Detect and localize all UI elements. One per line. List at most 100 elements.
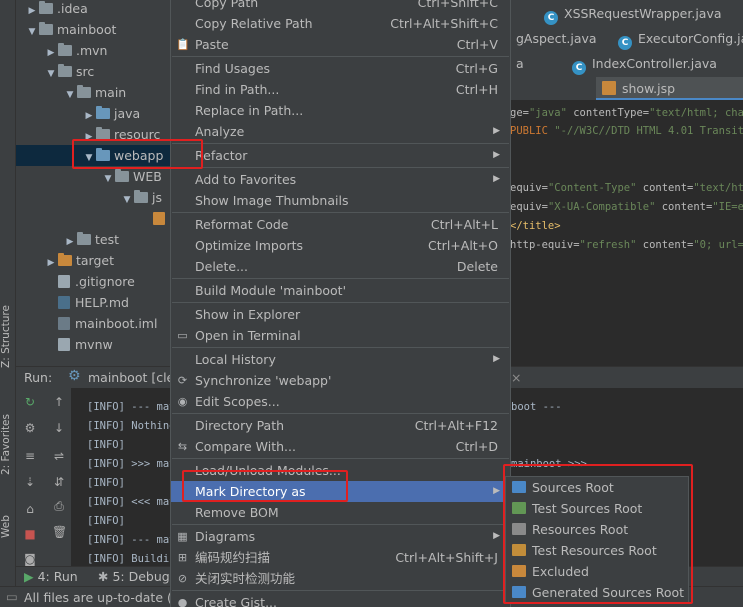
tree-node[interactable]: ▶ .idea [16, 0, 171, 19]
menu-item-label: Analyze [195, 124, 245, 139]
jsp-file-icon [153, 212, 165, 225]
menu-item[interactable]: 📋 Paste Ctrl+V [171, 34, 510, 55]
run-config-tab[interactable]: mainboot [clea [88, 370, 182, 385]
print-icon[interactable]: ⎙ [52, 500, 66, 512]
web-tool-label[interactable]: Web [0, 512, 16, 542]
menu-item[interactable]: Show in Explorer [171, 304, 510, 325]
down-icon[interactable]: ↓ [52, 422, 66, 434]
menu-item[interactable]: Refactor ▶ [171, 145, 510, 166]
menu-item[interactable]: ⟳ Synchronize 'webapp' [171, 370, 510, 391]
editor-tab[interactable]: gAspect.java [510, 27, 610, 51]
menu-item[interactable]: ▭ Open in Terminal [171, 325, 510, 346]
submenu-item[interactable]: Generated Sources Root [506, 582, 688, 603]
tree-node[interactable]: ▶ java [16, 103, 171, 124]
editor-tab-label: XSSRequestWrapper.java [564, 6, 722, 21]
tree-node[interactable]: mvnw [16, 334, 171, 355]
menu-item[interactable]: Show Image Thumbnails [171, 190, 510, 211]
menu-item[interactable]: Local History ▶ [171, 349, 510, 370]
soft-wrap-icon[interactable]: ⇌ [52, 450, 66, 462]
editor-tab[interactable]: show.jsp [596, 77, 743, 101]
tree-node[interactable]: ▼ WEB [16, 166, 171, 187]
menu-separator [172, 302, 509, 303]
submenu-item[interactable]: Resources Root [506, 519, 688, 540]
tree-node[interactable]: HELP.md [16, 292, 171, 313]
tree-node-label: .idea [57, 1, 88, 16]
tree-node[interactable]: ▶ test [16, 229, 171, 250]
wrap-icon[interactable]: ≡ [23, 450, 37, 462]
menu-item[interactable]: Directory Path Ctrl+Alt+F12 [171, 415, 510, 436]
sort-icon[interactable]: ⇵ [52, 476, 66, 488]
menu-separator [172, 167, 509, 168]
rerun-icon[interactable]: ↻ [23, 396, 37, 408]
camera-icon[interactable]: ◙ [23, 553, 37, 565]
console-line: [INFO] >>> mav [87, 458, 176, 470]
menu-item[interactable]: Load/Unload Modules... [171, 460, 510, 481]
menu-item[interactable]: Optimize Imports Ctrl+Alt+O [171, 235, 510, 256]
menu-item[interactable]: Analyze ▶ [171, 121, 510, 142]
submenu-item-label: Sources Root [532, 480, 614, 495]
menu-item[interactable]: ▦ Diagrams ▶ [171, 526, 510, 547]
console-line: [INFO] Buildin [87, 553, 176, 565]
tree-node[interactable]: mainboot.iml [16, 313, 171, 334]
menu-item[interactable]: Mark Directory as ▶ [171, 481, 510, 502]
code-editor[interactable]: ge="java" contentType="text/html; charsP… [510, 100, 743, 358]
menu-item[interactable]: Find Usages Ctrl+G [171, 58, 510, 79]
tree-node[interactable]: ▼ src [16, 61, 171, 82]
tree-node[interactable]: ▶ target [16, 250, 171, 271]
editor-tab[interactable]: C IndexController.java [566, 52, 736, 76]
tree-node[interactable] [16, 208, 171, 229]
menu-item[interactable]: Copy Relative Path Ctrl+Alt+Shift+C [171, 13, 510, 34]
status-icon: ▭ [6, 589, 18, 604]
scroll-end-icon[interactable]: ⇣ [23, 476, 37, 488]
submenu-item[interactable]: Sources Root [506, 477, 688, 498]
terminal-icon: ▭ [177, 329, 188, 342]
tree-node[interactable]: ▼ webapp [16, 145, 171, 166]
github-icon: ● [177, 596, 188, 607]
submenu-item[interactable]: Test Sources Root [506, 498, 688, 519]
menu-item[interactable]: ● Create Gist... [171, 592, 510, 607]
tree-node[interactable]: ▶ .mvn [16, 40, 171, 61]
trash-icon[interactable]: 🗑 [52, 526, 67, 538]
gear-icon[interactable]: ⚙ [68, 368, 81, 384]
editor-tab[interactable]: C XSSRequestWrapper.java [538, 2, 743, 26]
menu-item-label: Copy Relative Path [195, 16, 313, 31]
menu-item[interactable]: ⊞ 编码规约扫描 Ctrl+Alt+Shift+J [171, 547, 510, 568]
menu-item[interactable]: ⇆ Compare With... Ctrl+D [171, 436, 510, 457]
menu-item[interactable]: ◉ Edit Scopes... [171, 391, 510, 412]
menu-item-shortcut: Ctrl+D [455, 439, 498, 454]
tree-node-label: WEB [133, 169, 162, 184]
tree-node[interactable]: ▶ resourc [16, 124, 171, 145]
tree-node[interactable]: ▼ js [16, 187, 171, 208]
menu-item-label: Reformat Code [195, 217, 289, 232]
close-icon[interactable]: × [511, 370, 521, 385]
structure-tool-label[interactable]: Z: Structure [0, 305, 16, 368]
up-icon[interactable]: ↑ [52, 396, 66, 408]
editor-tab[interactable]: C ExecutorConfig.ja [612, 27, 743, 51]
toggle-icon[interactable]: ⚙ [23, 422, 37, 434]
stop-icon[interactable]: ■ [23, 528, 37, 540]
excluded-icon [512, 565, 526, 577]
submenu-item[interactable]: Excluded [506, 561, 688, 582]
tree-node-label: resourc [114, 127, 161, 142]
submenu-item[interactable]: Test Resources Root [506, 540, 688, 561]
menu-item[interactable]: Remove BOM [171, 502, 510, 523]
menu-item[interactable]: Delete... Delete [171, 256, 510, 277]
editor-tab[interactable]: a [510, 52, 560, 76]
bottom-tab-run[interactable]: ▶ 4: Run [24, 569, 78, 584]
favorites-tool-label[interactable]: 2: Favorites [0, 412, 16, 478]
bottom-tab-debug[interactable]: ✱ 5: Debug [98, 569, 170, 584]
code-token: "Content-Type" [547, 182, 637, 194]
tree-node[interactable]: .gitignore [16, 271, 171, 292]
menu-item[interactable]: Find in Path... Ctrl+H [171, 79, 510, 100]
menu-item[interactable]: Add to Favorites ▶ [171, 169, 510, 190]
menu-item[interactable]: Reformat Code Ctrl+Alt+L [171, 214, 510, 235]
file-icon [58, 275, 70, 288]
menu-item[interactable]: Build Module 'mainboot' [171, 280, 510, 301]
menu-item[interactable]: Copy Path Ctrl+Shift+C [171, 0, 510, 13]
tree-node[interactable]: ▼ main [16, 82, 171, 103]
md-file-icon [58, 296, 70, 309]
pin-icon[interactable]: ⌂ [23, 503, 37, 515]
tree-node[interactable]: ▼ mainboot [16, 19, 171, 40]
menu-item[interactable]: ⊘ 关闭实时检测功能 [171, 568, 510, 589]
menu-item[interactable]: Replace in Path... [171, 100, 510, 121]
